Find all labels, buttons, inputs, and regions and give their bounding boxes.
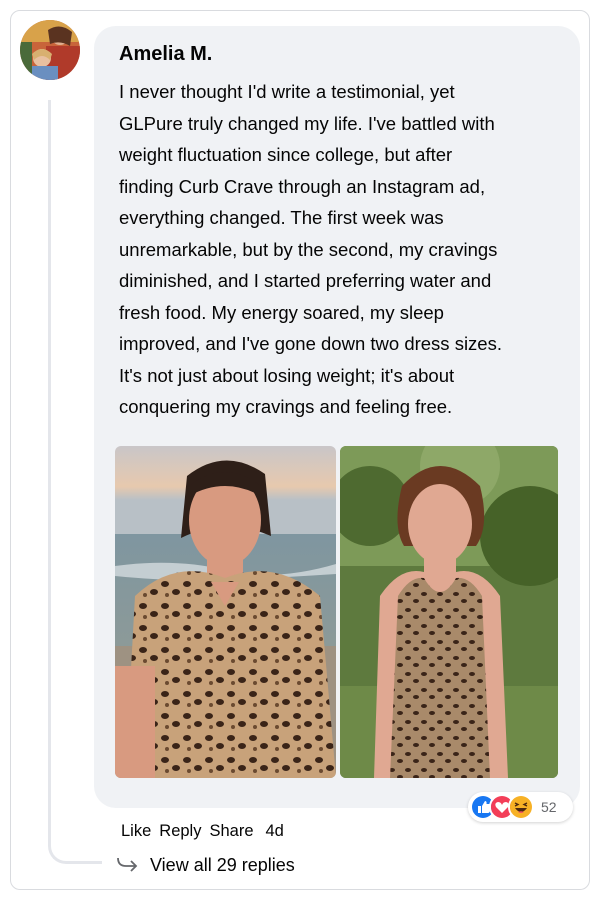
comment-timestamp[interactable]: 4d [266,822,284,841]
like-button[interactable]: Like [121,822,151,841]
reaction-count: 52 [541,799,557,815]
comment-actions: Like Reply Share 4d [121,819,284,843]
reply-button[interactable]: Reply [159,822,201,841]
comment-author[interactable]: Amelia M. [119,42,556,66]
photo-row [115,446,558,778]
haha-icon [508,794,534,820]
reactions-summary[interactable]: 52 [468,792,573,822]
after-photo[interactable] [340,446,558,778]
view-replies-link[interactable]: View all 29 replies [116,852,295,878]
comment-bubble: Amelia M. I never thought I'd write a te… [94,26,580,808]
comment-text: I never thought I'd write a testimonial,… [119,81,502,417]
view-replies-label: View all 29 replies [150,854,295,875]
before-photo[interactable] [115,446,336,778]
reply-arrow-icon [116,856,138,874]
avatar[interactable] [20,20,80,80]
share-button[interactable]: Share [209,822,253,841]
